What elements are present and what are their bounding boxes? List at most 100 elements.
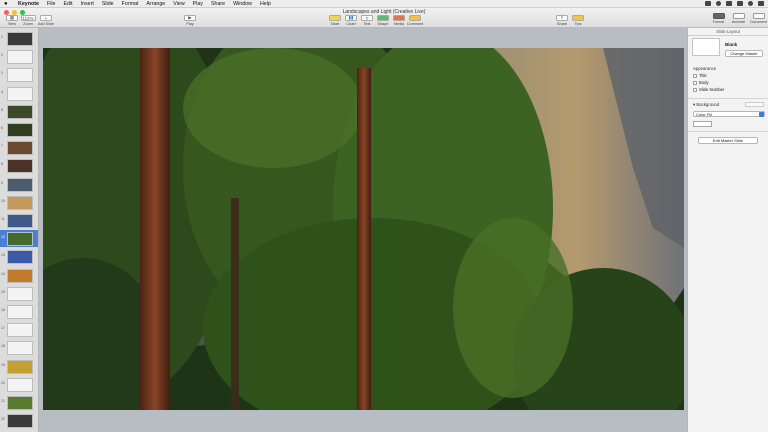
menu-window[interactable]: Window [233,1,252,7]
slide-thumbnail[interactable] [7,123,33,137]
divider [688,98,768,99]
slide-thumbnail[interactable] [7,32,33,46]
comment-button[interactable]: Comment [406,15,424,26]
slide-thumbnail[interactable] [7,232,33,247]
slide-thumbnail[interactable] [7,305,33,319]
slide-thumbnail-row[interactable]: 9 [0,176,38,193]
slide-thumbnail-row[interactable]: 4 [0,85,38,102]
slide-thumbnail-row[interactable]: 8 [0,157,38,174]
slide-thumbnail[interactable] [7,159,33,174]
menu-view[interactable]: View [173,1,184,7]
slide-thumbnail-row[interactable]: 10 [0,194,38,211]
slide-thumbnail-row[interactable]: 6 [0,121,38,138]
fill-type-select[interactable]: Color Fill [693,111,765,117]
menu-slide[interactable]: Slide [102,1,114,7]
slide-number: 12 [1,235,5,240]
disclosure-triangle-icon: ▾ [693,102,696,107]
search-icon[interactable] [748,1,753,6]
fill-color-well[interactable] [693,121,712,127]
battery-icon[interactable] [737,1,743,6]
slide-navigator: 1 2 3 4 5 6 7 8 9 10 11 12 13 14 15 16 17 18 19 20 21 22 [0,28,39,432]
title-checkbox[interactable]: Title [693,73,707,78]
slide-number: 16 [1,308,5,312]
slide-thumbnail-row[interactable]: 11 [0,212,38,229]
slide-thumbnail-row[interactable]: 5 [0,103,38,120]
status-sync-icon[interactable] [716,1,721,6]
tab-animate[interactable]: Animate [730,13,747,24]
slide-thumbnail[interactable] [7,86,33,101]
slide-thumbnail[interactable] [7,104,33,119]
apple-icon[interactable]: ● [4,1,10,7]
zoom-button[interactable]: 112% Zoom [19,15,37,26]
slide-thumbnail-row[interactable]: 14 [0,267,38,284]
edit-master-slide-button[interactable]: Edit Master Slide [698,137,758,144]
slide-thumbnail-row[interactable]: 17 [0,321,38,338]
background-section-toggle[interactable]: ▾ Background [693,102,719,108]
forest-photo-image [43,48,684,410]
slide-thumbnail[interactable] [7,177,33,192]
slide-thumbnail[interactable] [7,214,33,228]
status-app-icon[interactable] [705,1,711,6]
slide-thumbnail-row[interactable]: 19 [0,358,38,375]
slide-thumbnail-row[interactable]: 2 [0,48,38,65]
slide-thumbnail-row[interactable]: 3 [0,66,38,83]
text-icon: T [361,15,373,21]
menu-insert[interactable]: Insert [81,1,94,7]
menu-format[interactable]: Format [122,1,139,7]
slide-number: 5 [1,107,3,112]
slide-thumbnail[interactable] [7,250,33,265]
slide-thumbnail[interactable] [7,341,33,356]
menu-file[interactable]: File [47,1,56,7]
play-button[interactable]: ▶ Play [181,15,199,26]
tips-button[interactable]: Tips [569,15,587,26]
menu-play[interactable]: Play [193,1,203,7]
window-toolbar: Landscapes and Light (Creative Live) ▦ V… [0,8,768,28]
slide-thumbnail[interactable] [7,268,33,283]
slide-thumbnail[interactable] [7,396,33,410]
slide-thumbnail-row[interactable]: 15 [0,285,38,302]
slide-thumbnail-row[interactable]: 13 [0,248,38,265]
slide-thumbnail-row[interactable]: 20 [0,376,38,393]
checkbox-icon [693,80,697,85]
tab-document[interactable]: Document [750,13,767,24]
table-icon [329,15,341,21]
slide-thumbnail[interactable] [7,323,33,338]
slide-number: 15 [1,289,5,294]
slide-number: 21 [1,399,5,403]
menu-app[interactable]: Keynote [18,1,39,7]
chevron-down-icon [759,112,764,117]
menu-share[interactable]: Share [211,1,225,7]
slide-thumbnail[interactable] [7,414,33,429]
slide-thumbnail-row[interactable]: 22 [0,412,38,429]
slide-thumbnail-row[interactable]: 16 [0,303,38,320]
slide-thumbnail[interactable] [7,286,33,301]
slide-thumbnail-row[interactable]: 18 [0,339,38,356]
slide-thumbnail[interactable] [7,50,33,65]
slide-thumbnail[interactable] [7,141,33,156]
slide-thumbnail-row[interactable]: 21 [0,394,38,411]
body-checkbox[interactable]: Body [693,80,709,85]
inspector-tabs: Format Animate Document [710,13,767,24]
slide-thumbnail-row[interactable]: 12 [0,230,38,248]
slide-number-checkbox[interactable]: Slide Number [693,87,724,92]
add-slide-button[interactable]: + Add Slide [37,15,55,26]
wifi-icon[interactable] [726,1,732,6]
menu-list-icon[interactable] [758,1,764,6]
slide-thumbnail[interactable] [7,195,33,210]
slide-forest-photo[interactable] [43,48,684,410]
slide-thumbnail[interactable] [7,377,33,392]
menu-help[interactable]: Help [260,1,271,7]
zoom-value: 112% [20,15,36,21]
slide-number: 1 [1,35,3,39]
slide-thumbnail[interactable] [7,359,33,374]
slide-thumbnail-row[interactable]: 7 [0,139,38,156]
master-thumbnail [692,38,720,56]
menu-arrange[interactable]: Arrange [146,1,165,7]
slide-thumbnail-row[interactable]: 1 [0,30,38,47]
slide-thumbnail[interactable] [7,68,33,83]
share-icon: ⇪ [556,15,568,21]
slide-number: 4 [1,89,3,94]
tab-format[interactable]: Format [710,13,727,24]
change-master-button[interactable]: Change Master [725,50,763,57]
menu-edit[interactable]: Edit [63,1,72,7]
